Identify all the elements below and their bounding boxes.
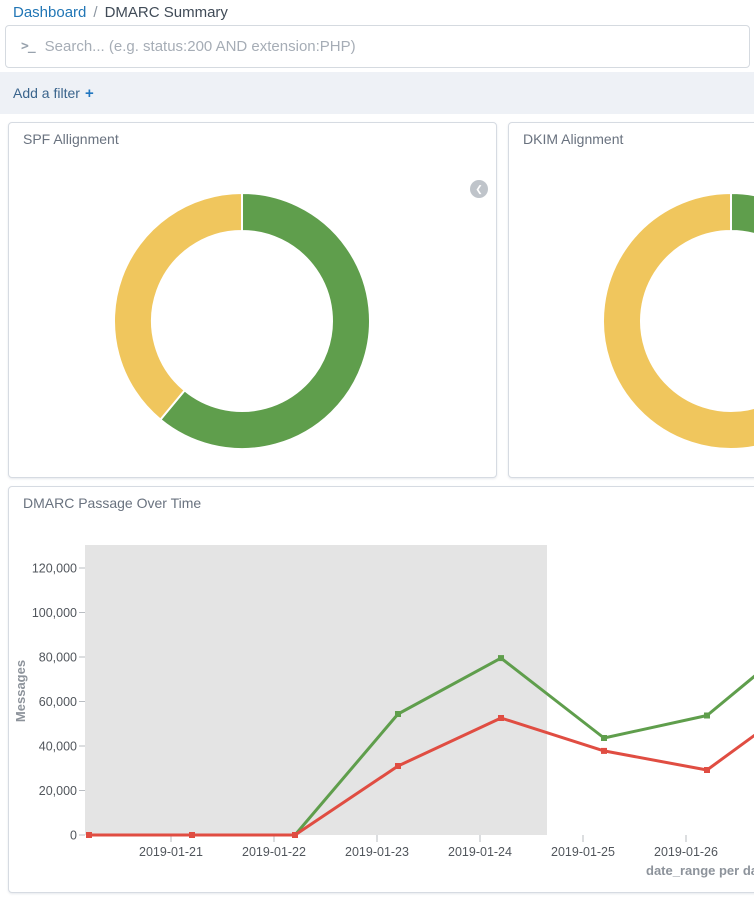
y-axis-tick-label: 60,000 (39, 695, 77, 709)
y-axis-tick-label: 100,000 (32, 606, 77, 620)
y-axis-tick-label: 20,000 (39, 784, 77, 798)
data-point-marker-green[interactable] (498, 655, 504, 661)
data-point-marker-red[interactable] (498, 715, 504, 721)
x-axis-tick-label: 2019-01-21 (139, 845, 203, 859)
y-axis-tick-label: 40,000 (39, 740, 77, 754)
panel-spf-alignment: SPF Allignment ❮ (8, 122, 497, 478)
data-point-marker-red[interactable] (395, 763, 401, 769)
x-axis-tick-label: 2019-01-26 (654, 845, 718, 859)
x-axis-title: date_range per da (646, 863, 754, 878)
breadcrumb-separator: / (93, 4, 97, 21)
data-point-marker-green[interactable] (704, 713, 710, 719)
x-axis-tick-label: 2019-01-23 (345, 845, 409, 859)
search-bar: >_ (5, 25, 750, 68)
terminal-prompt-icon: >_ (21, 39, 35, 54)
x-axis-tick-label: 2019-01-25 (551, 845, 615, 859)
panel-dmarc-passage-over-time: DMARC Passage Over Time 020,00040,00060,… (8, 486, 754, 893)
y-axis-title: Messages (13, 660, 28, 722)
data-point-marker-red[interactable] (86, 832, 92, 838)
y-axis-tick-label: 0 (70, 829, 77, 843)
dkim-alignment-donut-chart[interactable] (509, 123, 754, 477)
data-point-marker-red[interactable] (704, 767, 710, 773)
plus-icon: + (85, 85, 94, 102)
data-point-marker-green[interactable] (395, 711, 401, 717)
breadcrumb: Dashboard / DMARC Summary (13, 3, 228, 23)
x-axis-tick-label: 2019-01-22 (242, 845, 306, 859)
breadcrumb-link-dashboard[interactable]: Dashboard (13, 4, 86, 21)
y-axis-tick-label: 80,000 (39, 651, 77, 665)
plot-background-band (85, 545, 547, 835)
data-point-marker-red[interactable] (601, 748, 607, 754)
search-input[interactable] (45, 38, 749, 55)
y-axis-tick-label: 120,000 (32, 562, 77, 576)
donut-slice-yellow[interactable] (603, 193, 754, 449)
x-axis-tick-label: 2019-01-24 (448, 845, 512, 859)
donut-slice-yellow[interactable] (114, 193, 242, 420)
donut-slice-green[interactable] (731, 193, 754, 248)
data-point-marker-red[interactable] (292, 832, 298, 838)
add-filter-link[interactable]: Add a filter + (13, 85, 94, 102)
filter-bar: Add a filter + (0, 72, 754, 114)
dmarc-passage-line-chart[interactable]: 0 20,000 40,000 60,000 80,000 100,000 120,000 2… (9, 487, 754, 892)
panel-dkim-alignment: DKIM Alignment (508, 122, 754, 478)
breadcrumb-current-page: DMARC Summary (105, 4, 228, 21)
dmarc-dashboard-page: Dashboard / DMARC Summary >_ Add a filter +… (0, 0, 754, 898)
spf-alignment-donut-chart[interactable] (9, 123, 496, 477)
data-point-marker-red[interactable] (189, 832, 195, 838)
add-filter-label: Add a filter (13, 85, 80, 101)
chevron-left-circle-icon[interactable]: ❮ (470, 180, 488, 198)
data-point-marker-green[interactable] (601, 735, 607, 741)
